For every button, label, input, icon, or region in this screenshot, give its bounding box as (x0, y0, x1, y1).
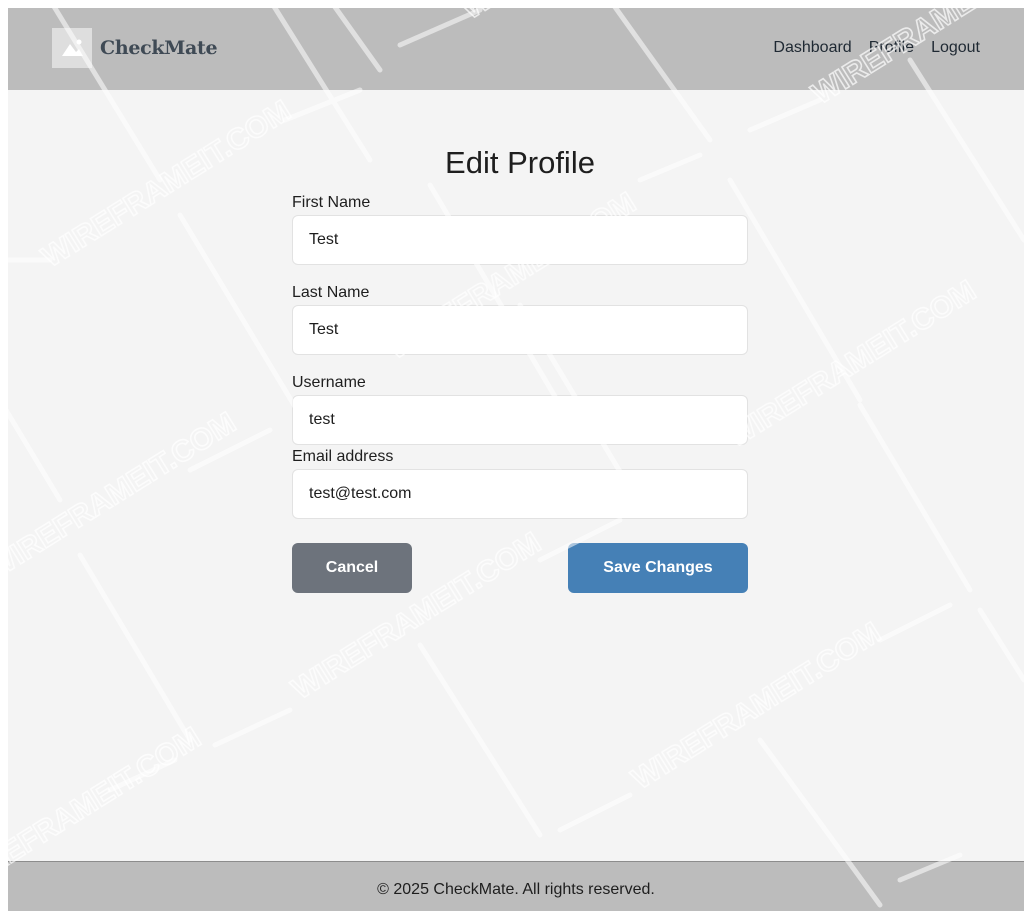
page-title: Edit Profile (445, 145, 595, 180)
save-changes-button[interactable]: Save Changes (568, 543, 748, 593)
email-input[interactable] (292, 469, 748, 519)
first-name-input[interactable] (292, 215, 748, 265)
main-nav: Dashboard Profile Logout (773, 39, 980, 57)
footer: © 2025 CheckMate. All rights reserved. (8, 861, 1024, 911)
last-name-input[interactable] (292, 305, 748, 355)
nav-profile-link[interactable]: Profile (869, 39, 914, 57)
brand[interactable]: CheckMate (52, 28, 218, 68)
email-label: Email address (292, 448, 394, 465)
footer-copyright: © 2025 CheckMate. All rights reserved. (377, 881, 655, 898)
cancel-button[interactable]: Cancel (292, 543, 412, 593)
last-name-label: Last Name (292, 284, 370, 301)
brand-name: CheckMate (100, 37, 218, 59)
top-header: CheckMate Dashboard Profile Logout (8, 8, 1024, 90)
nav-logout-link[interactable]: Logout (931, 39, 980, 57)
username-input[interactable] (292, 395, 748, 445)
username-label: Username (292, 374, 366, 391)
image-placeholder-icon (52, 28, 92, 68)
page-frame: CheckMate Dashboard Profile Logout Edit … (8, 8, 1024, 911)
first-name-label: First Name (292, 194, 371, 211)
nav-dashboard-link[interactable]: Dashboard (773, 39, 851, 57)
